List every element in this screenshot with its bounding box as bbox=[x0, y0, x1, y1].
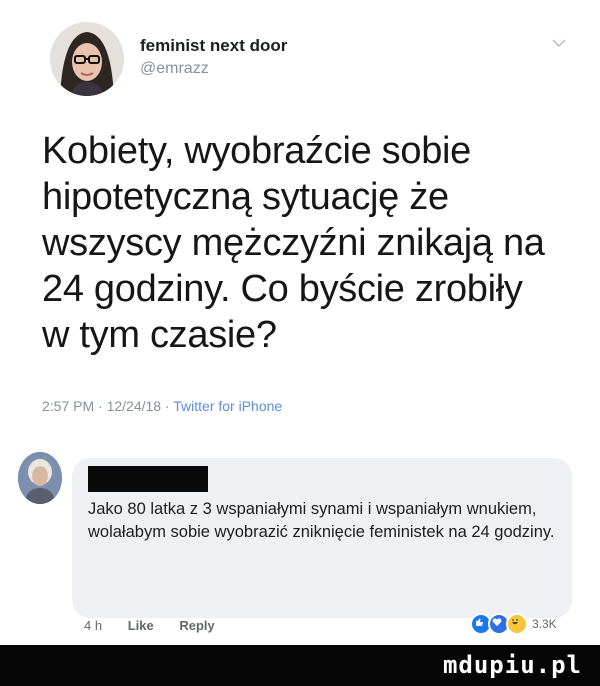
comment: Jako 80 latka z 3 wspaniałymi synami i w… bbox=[0, 440, 600, 645]
comment-age: 4 h bbox=[84, 618, 103, 633]
display-name[interactable]: feminist next door bbox=[140, 36, 287, 56]
like-button[interactable]: Like bbox=[128, 618, 154, 633]
chevron-down-icon[interactable] bbox=[552, 38, 566, 48]
tweet-line: Kobiety, wyobraźcie sobie bbox=[42, 130, 472, 172]
tweet-meta: 2:57 PM · 12/24/18 · Twitter for iPhone bbox=[42, 398, 282, 414]
user-handle[interactable]: @emrazz bbox=[140, 60, 209, 78]
tweet-line: 24 godziny. Co byście zrobiły bbox=[42, 268, 523, 310]
tweet-line: wszyscy mężczyźni znikają na bbox=[42, 222, 545, 264]
tweet-timestamp[interactable]: 2:57 PM · 12/24/18 · bbox=[42, 398, 173, 414]
site-watermark: mdupiu.pl bbox=[442, 651, 582, 679]
watermark-bar: mdupiu.pl bbox=[0, 645, 600, 686]
commenter-avatar[interactable] bbox=[18, 452, 62, 504]
profile-avatar[interactable] bbox=[50, 22, 124, 96]
comment-text: Jako 80 latka z 3 wspaniałymi synami i w… bbox=[88, 500, 555, 541]
comment-actions: 4 h Like Reply bbox=[84, 618, 237, 633]
tweet-text: Kobiety, wyobraźcie sobie hipotetyczną s… bbox=[42, 128, 572, 358]
tweet-source[interactable]: Twitter for iPhone bbox=[173, 398, 282, 414]
reaction-summary[interactable]: 3.3K bbox=[470, 613, 557, 635]
tweet-card: feminist next door @emrazz Kobiety, wyob… bbox=[0, 0, 600, 440]
reply-button[interactable]: Reply bbox=[179, 618, 214, 633]
redacted-name bbox=[88, 466, 208, 492]
reaction-count: 3.3K bbox=[532, 617, 557, 631]
comment-bubble: Jako 80 latka z 3 wspaniałymi synami i w… bbox=[72, 458, 572, 618]
tweet-line: w tym czasie? bbox=[42, 314, 277, 356]
tweet-line: hipotetyczną sytuację że bbox=[42, 176, 449, 218]
haha-reaction-icon bbox=[506, 613, 528, 635]
